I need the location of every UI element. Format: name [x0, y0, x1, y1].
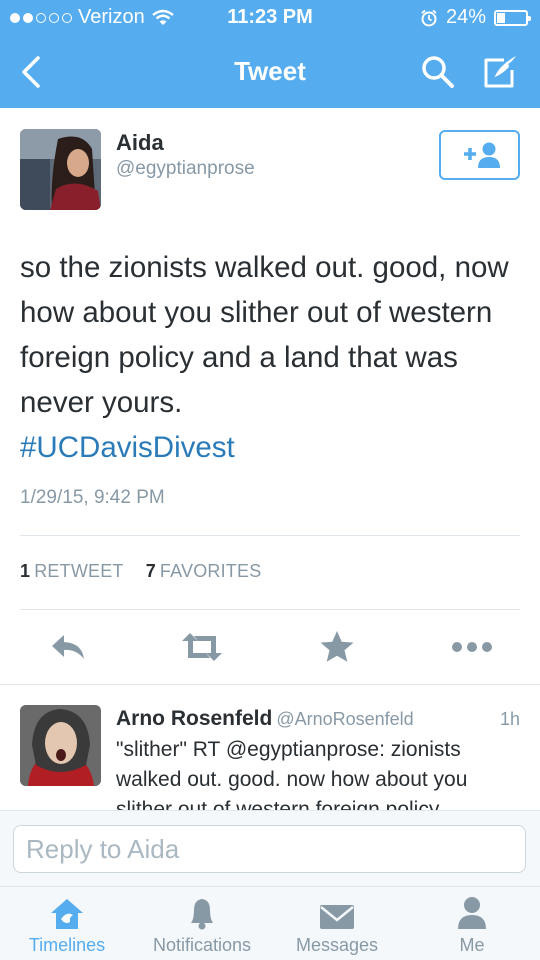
reply-author: Arno Rosenfeld @ArnoRosenfeld: [116, 707, 414, 731]
reply-author-handle[interactable]: @ArnoRosenfeld: [276, 709, 413, 729]
person-icon: [458, 897, 486, 929]
nav-bar: Tweet: [0, 40, 540, 104]
favorites-stat[interactable]: 7 FAVORITES: [146, 561, 262, 581]
more-icon: [452, 642, 492, 652]
add-user-icon: [463, 142, 500, 168]
tab-bar: Timelines Notifications Messages Me: [0, 886, 540, 960]
status-bar: Verizon 11:23 PM 24%: [0, 0, 540, 36]
reply-time: 1h: [499, 709, 520, 729]
tweet-stats: 1 RETWEET 7 FAVORITES: [20, 561, 261, 582]
reply-text: "slither" RT @egyptianprose: zionists wa…: [116, 738, 468, 810]
tweet-body: so the zionists walked out. good, now ho…: [20, 245, 525, 470]
retweets-stat[interactable]: 1 RETWEET: [20, 561, 123, 581]
star-icon: [320, 631, 354, 662]
page-title: Tweet: [234, 56, 306, 86]
tab-label: Notifications: [152, 935, 252, 955]
reply-bar: [0, 810, 540, 886]
retweet-count: 1: [20, 561, 31, 581]
search-button[interactable]: [418, 52, 458, 92]
avatar-photo-icon: [20, 129, 101, 210]
compose-icon: [484, 56, 516, 88]
follow-button[interactable]: [439, 130, 520, 180]
author-avatar[interactable]: [20, 129, 101, 210]
reply-avatar[interactable]: [20, 705, 101, 786]
divider: [20, 535, 520, 536]
battery-percent: 24%: [445, 6, 486, 28]
tweet-text: so the zionists walked out. good, now ho…: [20, 251, 509, 419]
tab-label: Timelines: [28, 935, 106, 955]
battery-icon: [494, 9, 531, 26]
home-icon: [51, 899, 83, 929]
compose-button[interactable]: [478, 52, 522, 92]
tab-me[interactable]: Me: [436, 887, 508, 960]
alarm-icon: [421, 9, 437, 26]
retweet-label: RETWEET: [34, 561, 124, 581]
search-icon: [422, 56, 454, 88]
author-name[interactable]: Aida: [116, 130, 164, 156]
top-header: Verizon 11:23 PM 24% Tweet: [0, 0, 540, 108]
reply-icon: [52, 635, 84, 659]
favorite-button[interactable]: [312, 624, 362, 670]
avatar-photo-icon: [20, 705, 101, 786]
envelope-icon: [320, 905, 354, 929]
status-right: 24%: [420, 6, 531, 29]
tab-label: Me: [459, 935, 485, 955]
tab-notifications[interactable]: Notifications: [146, 887, 258, 960]
reply-tweet[interactable]: Arno Rosenfeld @ArnoRosenfeld 1h "slither…: [0, 684, 540, 810]
reply-input[interactable]: [13, 825, 526, 873]
author-handle[interactable]: @egyptianprose: [116, 158, 255, 180]
tab-timelines[interactable]: Timelines: [14, 887, 120, 960]
reply-button[interactable]: [43, 624, 93, 670]
tweet-timestamp: 1/29/15, 9:42 PM: [20, 487, 165, 508]
retweet-icon: [182, 633, 222, 661]
favorite-label: FAVORITES: [159, 561, 262, 581]
more-button[interactable]: [447, 624, 497, 670]
reply-author-name[interactable]: Arno Rosenfeld: [116, 707, 272, 730]
tab-label: Messages: [295, 935, 379, 955]
tweet-actions: [0, 624, 540, 670]
tab-messages[interactable]: Messages: [284, 887, 390, 960]
bell-icon: [191, 899, 213, 930]
hashtag-link[interactable]: #UCDavisDivest: [20, 425, 525, 470]
divider: [20, 609, 520, 610]
favorite-count: 7: [145, 561, 156, 581]
retweet-button[interactable]: [177, 624, 227, 670]
